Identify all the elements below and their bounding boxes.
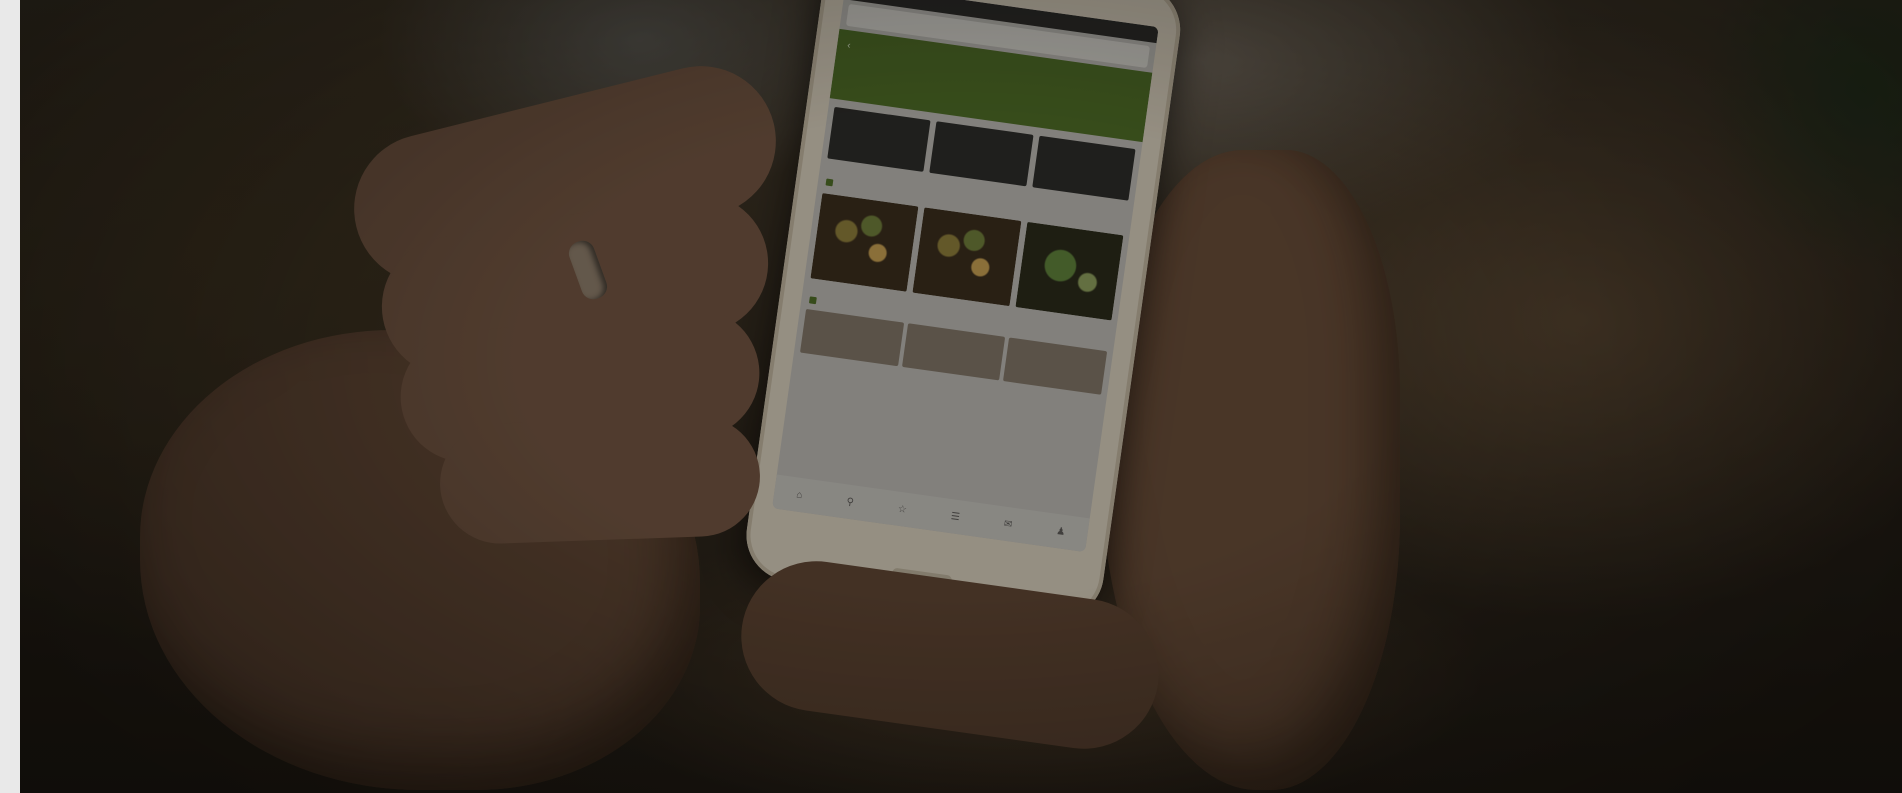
app-tile: [1031, 135, 1136, 201]
food-photo: [799, 308, 904, 367]
food-photo: [1015, 221, 1124, 321]
app-tile: [827, 106, 931, 172]
category-dot-icon: [808, 296, 817, 305]
finger: [438, 414, 762, 546]
home-icon: ⌂: [795, 488, 804, 501]
food-photo: [912, 207, 1022, 307]
food-photo: [810, 193, 919, 292]
chat-icon: ✉: [1003, 518, 1014, 531]
food-photo: [1003, 337, 1108, 395]
background-photo: ‹ ⌂ ⚲ ☆ ☰ ✉ ♟: [20, 0, 1902, 793]
star-icon: ☆: [897, 503, 908, 516]
app-tile: [929, 121, 1034, 187]
location-icon: ⚲: [845, 495, 855, 508]
phone-screen: ‹ ⌂ ⚲ ☆ ☰ ✉ ♟: [772, 0, 1159, 553]
left-border-strip: [0, 0, 20, 793]
food-photo: [901, 323, 1006, 381]
profile-icon: ♟: [1055, 525, 1067, 538]
plant-blur: [1642, 0, 1902, 300]
app-tab-bar: ⌂ ⚲ ☆ ☰ ✉ ♟: [772, 474, 1090, 553]
category-dot-icon: [825, 178, 834, 187]
back-arrow-icon: ‹: [846, 40, 852, 52]
phone-body: ‹ ⌂ ⚲ ☆ ☰ ✉ ♟: [740, 0, 1187, 625]
list-icon: ☰: [950, 510, 961, 523]
